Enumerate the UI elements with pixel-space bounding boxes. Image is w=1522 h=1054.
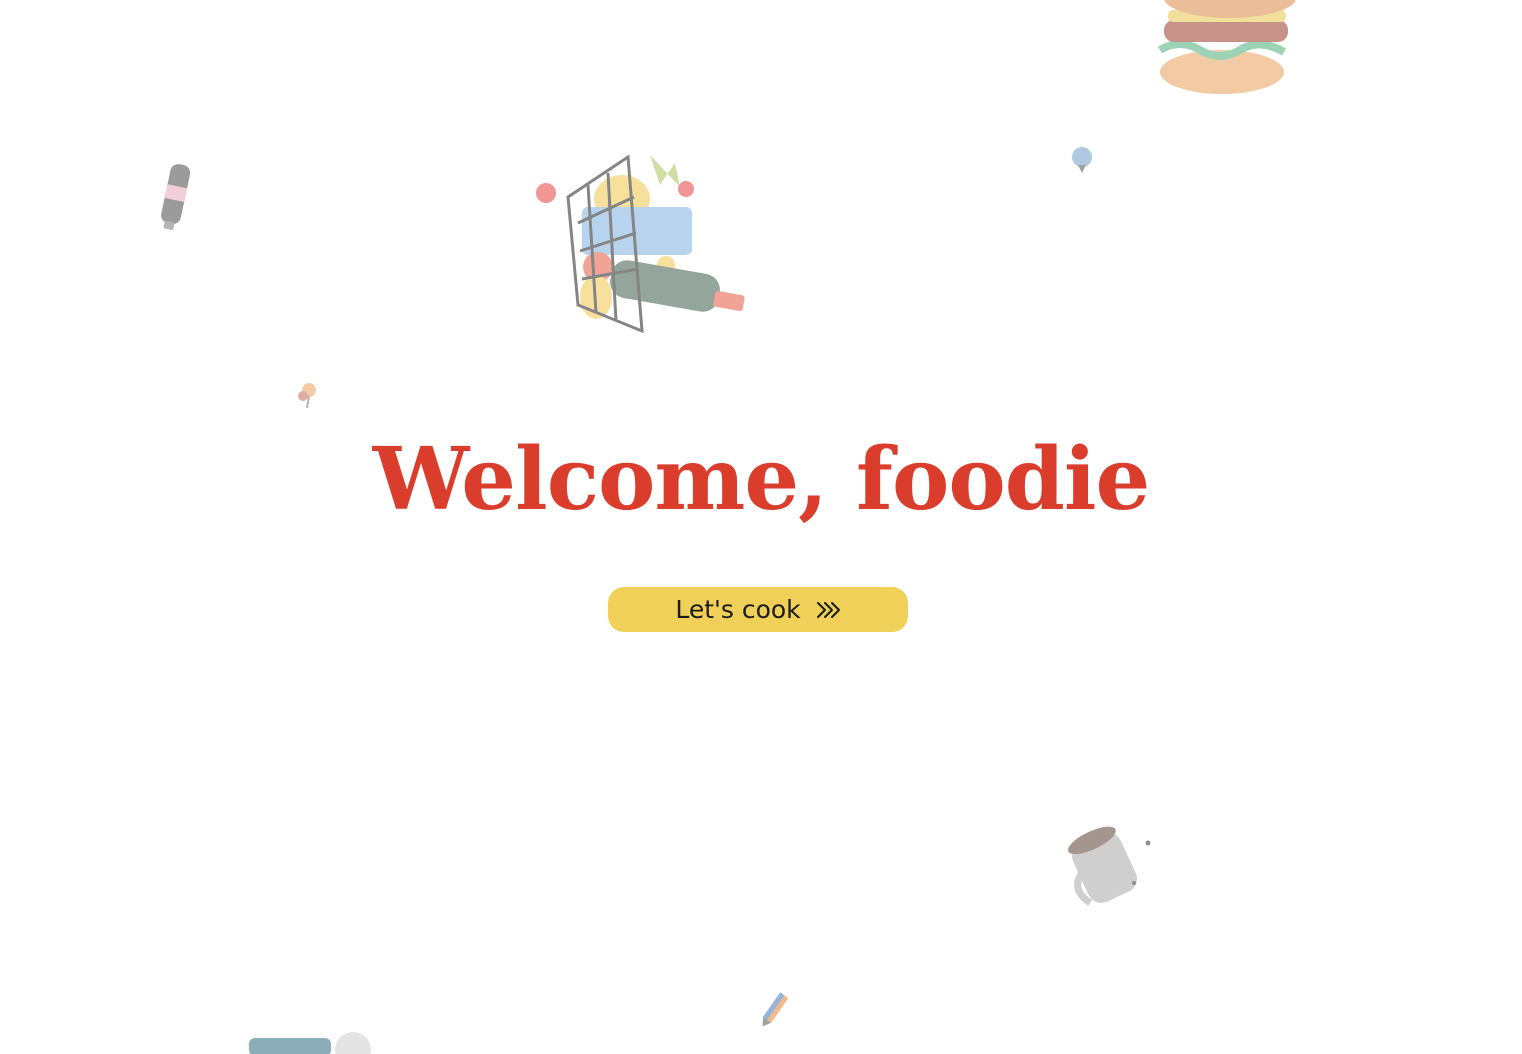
- chef-hat-icon: [245, 1030, 385, 1054]
- bottle-icon: [155, 160, 195, 235]
- grocery-basket-icon: [530, 145, 750, 340]
- small-pin-icon: [1068, 145, 1098, 175]
- landing-page: Welcome, foodie Let's cook: [0, 0, 1522, 1054]
- coffee-mug-icon: [1060, 815, 1160, 915]
- page-title: Welcome, foodie: [372, 429, 1151, 530]
- double-chevron-right-icon: [815, 600, 841, 620]
- pencil-icon: [755, 990, 793, 1030]
- lets-cook-label: Let's cook: [675, 595, 801, 624]
- small-flower-icon: [295, 380, 323, 410]
- burger-icon: [1150, 0, 1310, 100]
- lets-cook-button[interactable]: Let's cook: [608, 587, 908, 632]
